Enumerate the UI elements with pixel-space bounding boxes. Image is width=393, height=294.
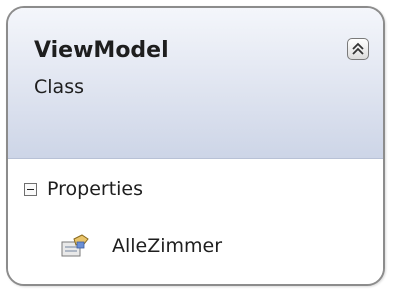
property-icon bbox=[61, 234, 89, 257]
property-name: AlleZimmer bbox=[112, 235, 223, 257]
class-name: ViewModel bbox=[34, 38, 169, 63]
class-header: ViewModel Class bbox=[8, 8, 383, 158]
collapse-button[interactable] bbox=[347, 38, 369, 60]
list-item[interactable]: AlleZimmer bbox=[60, 231, 222, 261]
minus-box-icon[interactable] bbox=[24, 182, 37, 196]
double-chevron-up-icon bbox=[352, 42, 364, 55]
class-stereotype: Class bbox=[34, 76, 84, 98]
properties-compartment: Properties AlleZimmer bbox=[8, 158, 383, 284]
properties-header[interactable]: Properties bbox=[24, 177, 143, 201]
class-shape[interactable]: ViewModel Class Properties AlleZimmer bbox=[6, 6, 385, 286]
compartment-label: Properties bbox=[47, 178, 144, 200]
